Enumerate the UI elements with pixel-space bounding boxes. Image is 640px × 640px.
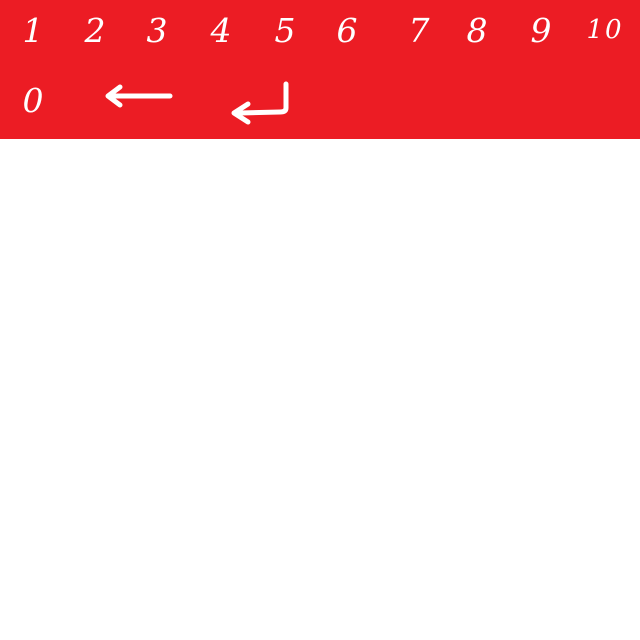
key-0[interactable]: 0	[8, 84, 58, 117]
key-6[interactable]: 6	[322, 14, 372, 47]
enter-return-icon	[231, 81, 289, 125]
enter-button[interactable]	[224, 80, 294, 126]
key-2[interactable]: 2	[70, 14, 120, 47]
key-3[interactable]: 3	[132, 14, 182, 47]
key-10[interactable]: 10	[580, 17, 630, 43]
key-7[interactable]: 7	[394, 14, 444, 47]
key-5[interactable]: 5	[260, 14, 310, 47]
key-4[interactable]: 4	[196, 14, 246, 47]
key-8[interactable]: 8	[452, 14, 502, 47]
key-9[interactable]: 9	[516, 14, 566, 47]
numeric-keypad: 1 2 3 4 5 6 7 8 9 10 0	[0, 0, 640, 139]
key-1[interactable]: 1	[8, 14, 58, 47]
backspace-button[interactable]	[98, 82, 174, 112]
left-arrow-icon	[105, 84, 173, 108]
